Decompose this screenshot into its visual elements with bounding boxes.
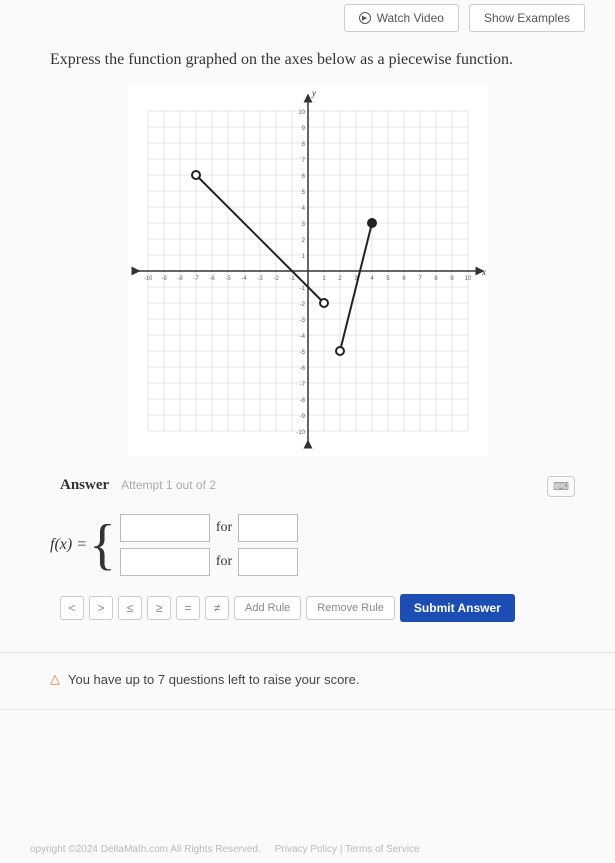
terms-link[interactable]: Terms of Service — [345, 844, 419, 855]
rule-expression-input[interactable] — [120, 548, 210, 576]
question-text: Express the function graphed on the axes… — [0, 36, 615, 80]
greater-than-button[interactable]: > — [89, 596, 113, 620]
for-label: for — [216, 520, 232, 536]
svg-text:-3: -3 — [257, 276, 263, 282]
add-rule-button[interactable]: Add Rule — [234, 596, 301, 620]
raise-score-notice: △ You have up to 7 questions left to rai… — [0, 653, 615, 687]
svg-text:-1: -1 — [289, 276, 295, 282]
raise-score-text: You have up to 7 questions left to raise… — [68, 672, 359, 687]
less-equal-button[interactable]: ≤ — [118, 596, 142, 620]
play-icon: ▶ — [359, 12, 371, 24]
svg-text:-7: -7 — [193, 276, 199, 282]
rule-condition-input[interactable] — [238, 548, 298, 576]
keyboard-icon[interactable]: ⌨ — [547, 476, 575, 497]
rule-row: for — [120, 514, 298, 542]
svg-text:-8: -8 — [299, 398, 305, 404]
svg-text:-10: -10 — [143, 276, 152, 282]
show-examples-label: Show Examples — [484, 11, 570, 25]
svg-text:-2: -2 — [299, 302, 305, 308]
copyright-text: opyright ©2024 DeltaMath.com All Rights … — [30, 844, 261, 855]
footer-sep: | — [340, 844, 343, 855]
svg-text:-5: -5 — [225, 276, 231, 282]
svg-text:10: 10 — [298, 110, 305, 116]
privacy-link[interactable]: Privacy Policy — [275, 844, 337, 855]
svg-text:-3: -3 — [299, 318, 305, 324]
less-than-button[interactable]: < — [60, 596, 84, 620]
svg-text:5: 5 — [386, 276, 390, 282]
svg-text:x: x — [481, 267, 486, 277]
rule-row: for — [120, 548, 298, 576]
svg-text:-4: -4 — [299, 334, 305, 340]
svg-text:10: 10 — [464, 276, 471, 282]
piecewise-rules: for for — [120, 514, 298, 576]
svg-text:-4: -4 — [241, 276, 247, 282]
graph-container: y x -10-9-8-7-6-5-4-3-2-1 12345678910 10… — [0, 80, 615, 466]
submit-answer-button[interactable]: Submit Answer — [400, 594, 515, 622]
svg-text:-1: -1 — [299, 286, 305, 292]
svg-text:7: 7 — [418, 276, 422, 282]
svg-text:y: y — [311, 88, 316, 98]
svg-text:-8: -8 — [177, 276, 183, 282]
svg-text:-9: -9 — [161, 276, 167, 282]
svg-text:-6: -6 — [299, 366, 305, 372]
divider — [0, 709, 615, 710]
not-equal-button[interactable]: ≠ — [205, 596, 229, 620]
watch-video-button[interactable]: ▶ Watch Video — [344, 4, 459, 32]
svg-text:9: 9 — [450, 276, 454, 282]
svg-text:8: 8 — [434, 276, 438, 282]
watch-video-label: Watch Video — [377, 11, 444, 25]
fx-label: f(x) = — [50, 536, 87, 554]
footer: opyright ©2024 DeltaMath.com All Rights … — [0, 844, 615, 855]
svg-text:4: 4 — [370, 276, 374, 282]
greater-equal-button[interactable]: ≥ — [147, 596, 171, 620]
for-label: for — [216, 554, 232, 570]
answer-section: Answer Attempt 1 out of 2 ⌨ — [0, 466, 615, 494]
svg-text:-5: -5 — [299, 350, 305, 356]
show-examples-button[interactable]: Show Examples — [469, 4, 585, 32]
attempt-text: Attempt 1 out of 2 — [121, 478, 216, 492]
svg-text:1: 1 — [322, 276, 326, 282]
rule-expression-input[interactable] — [120, 514, 210, 542]
left-brace-icon: { — [89, 523, 116, 568]
piecewise-expression: f(x) = { for for — [0, 494, 547, 586]
svg-text:6: 6 — [402, 276, 406, 282]
rule-condition-input[interactable] — [238, 514, 298, 542]
symbol-button-row: < > ≤ ≥ = ≠ Add Rule Remove Rule Submit … — [0, 586, 615, 634]
remove-rule-button[interactable]: Remove Rule — [306, 596, 395, 620]
svg-text:-10: -10 — [296, 430, 305, 436]
svg-text:-6: -6 — [209, 276, 215, 282]
equal-button[interactable]: = — [176, 596, 200, 620]
piecewise-graph: y x -10-9-8-7-6-5-4-3-2-1 12345678910 10… — [128, 86, 488, 456]
svg-text:-2: -2 — [273, 276, 279, 282]
svg-text:2: 2 — [338, 276, 342, 282]
svg-text:-7: -7 — [299, 382, 305, 388]
warning-icon: △ — [50, 671, 60, 687]
svg-text:-9: -9 — [299, 414, 305, 420]
header-toolbar: ▶ Watch Video Show Examples — [0, 0, 615, 36]
answer-label: Answer — [60, 477, 109, 493]
